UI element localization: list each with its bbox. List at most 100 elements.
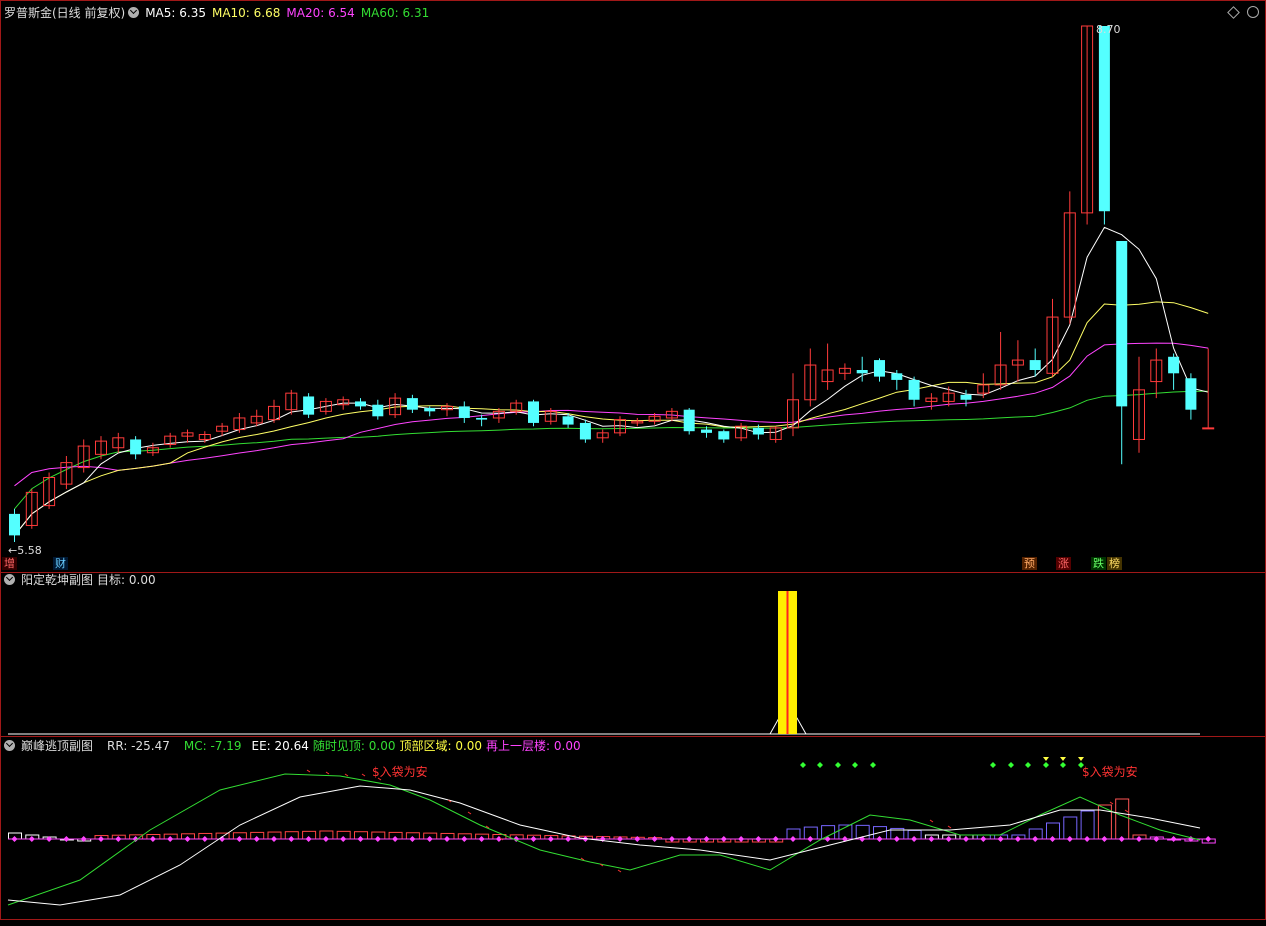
candle-body — [406, 398, 418, 410]
zero-marker — [340, 836, 347, 842]
sell-tick — [1124, 809, 1129, 813]
mc-label: MC: -7.19 — [183, 739, 242, 753]
settings-toggle-icon[interactable] — [4, 740, 15, 751]
peak-anytime-label: 随时见顶: 0.00 — [312, 739, 396, 753]
candle-body — [476, 417, 488, 420]
candle-body — [960, 394, 972, 400]
ma10-line — [14, 301, 1209, 536]
tag-bang[interactable]: 榜 — [1107, 557, 1122, 570]
top-arrow — [1078, 757, 1084, 761]
ma20-label: MA20: 6.54 — [286, 6, 355, 20]
zero-marker — [1084, 836, 1091, 842]
signal-dot — [870, 762, 876, 768]
sell-tick — [361, 773, 366, 777]
signal-dot — [1008, 762, 1014, 768]
top-arrow — [1043, 757, 1049, 761]
zero-marker — [236, 836, 243, 842]
candle-body — [130, 439, 142, 455]
ma60-label: MA60: 6.31 — [360, 6, 430, 20]
candle-body — [856, 370, 868, 374]
zero-marker — [271, 836, 277, 842]
zero-marker — [876, 836, 883, 842]
zero-marker — [115, 836, 122, 842]
zero-marker — [1066, 836, 1073, 842]
ee-line — [7, 785, 1201, 906]
zero-marker — [28, 836, 35, 842]
panel2-header: 阳定乾坤副图 目标: 0.00 — [4, 572, 162, 588]
histogram-bar — [1115, 798, 1130, 840]
ee-label: EE: 20.64 — [251, 739, 309, 753]
candle-body — [355, 401, 366, 407]
target-signal-line — [786, 591, 789, 734]
high-price-label: 8.70 — [1096, 23, 1121, 36]
tag-zhang[interactable]: 涨 — [1056, 557, 1071, 570]
candle-body — [458, 406, 470, 418]
zero-marker — [945, 836, 952, 842]
signal-dot — [800, 762, 806, 768]
zero-marker — [322, 836, 329, 842]
signal-dot — [1060, 762, 1066, 768]
signal-dot — [817, 762, 823, 768]
candle-body — [908, 379, 920, 400]
zero-marker — [1118, 836, 1125, 842]
zero-marker — [461, 836, 468, 842]
candlestick-chart — [7, 25, 1216, 906]
sell-tick — [306, 769, 311, 773]
target-label: 目标: 0.00 — [97, 573, 156, 587]
zero-marker — [1136, 836, 1142, 842]
zero-marker — [1049, 836, 1056, 842]
candle-body — [718, 431, 730, 440]
candle-body — [1098, 26, 1110, 212]
next-level-label: 再上一层楼: 0.00 — [486, 739, 581, 753]
panel3-header: 巅峰逃顶副图 RR: -25.47 MC: -7.19 EE: 20.64 随时见顶: … — [4, 738, 587, 754]
ma5-line — [14, 226, 1209, 536]
low-price-value: 5.58 — [17, 544, 42, 557]
candle-body — [528, 401, 539, 423]
rr-label: RR: -25.47 — [107, 739, 170, 753]
histogram-bar — [1063, 816, 1078, 840]
signal-dot — [835, 762, 841, 768]
candle-body — [1168, 356, 1180, 374]
candle-body — [874, 360, 885, 377]
zero-marker — [357, 836, 364, 842]
tag-yu[interactable]: 预 — [1022, 557, 1037, 570]
zero-marker — [392, 836, 399, 842]
candle-body — [701, 429, 712, 433]
zero-marker — [1205, 836, 1212, 842]
zero-marker — [807, 836, 814, 842]
panel3-title: 巅峰逃顶副图 — [21, 739, 94, 753]
stock-title: 罗普斯金(日线 前复权) — [4, 6, 126, 20]
tag-zeng[interactable]: 增 — [2, 557, 17, 570]
zero-marker — [98, 836, 104, 842]
zero-marker — [201, 836, 208, 842]
settings-toggle-icon[interactable] — [128, 7, 140, 18]
circle-icon[interactable] — [1247, 6, 1259, 18]
candle-body — [752, 427, 764, 435]
signal-dot — [990, 762, 996, 768]
zero-marker — [1014, 836, 1021, 842]
annotation-label-2: $入袋为安 — [1082, 765, 1138, 779]
zero-marker — [980, 836, 987, 842]
zero-marker — [963, 836, 969, 842]
sell-tick — [1109, 801, 1114, 805]
zero-marker — [772, 836, 779, 842]
zero-marker — [409, 836, 416, 842]
settings-toggle-icon[interactable] — [4, 574, 15, 585]
sell-tick — [929, 819, 934, 823]
zero-marker — [1170, 836, 1177, 842]
sell-tick — [617, 869, 622, 873]
signal-dot — [1043, 762, 1049, 768]
signal-dot — [852, 762, 858, 768]
candle-body — [579, 422, 591, 440]
zero-marker — [478, 836, 485, 842]
candle-body — [1202, 427, 1215, 430]
zero-marker — [374, 836, 381, 842]
tag-cai[interactable]: 财 — [53, 557, 68, 570]
candle-body — [1185, 378, 1197, 410]
candle-body — [1029, 360, 1041, 370]
zero-marker — [1101, 836, 1108, 842]
tag-die[interactable]: 跌 — [1091, 557, 1106, 570]
annotation-label-1: $入袋为安 — [372, 765, 428, 779]
zero-marker — [997, 836, 1004, 842]
candle-body — [1116, 241, 1128, 407]
